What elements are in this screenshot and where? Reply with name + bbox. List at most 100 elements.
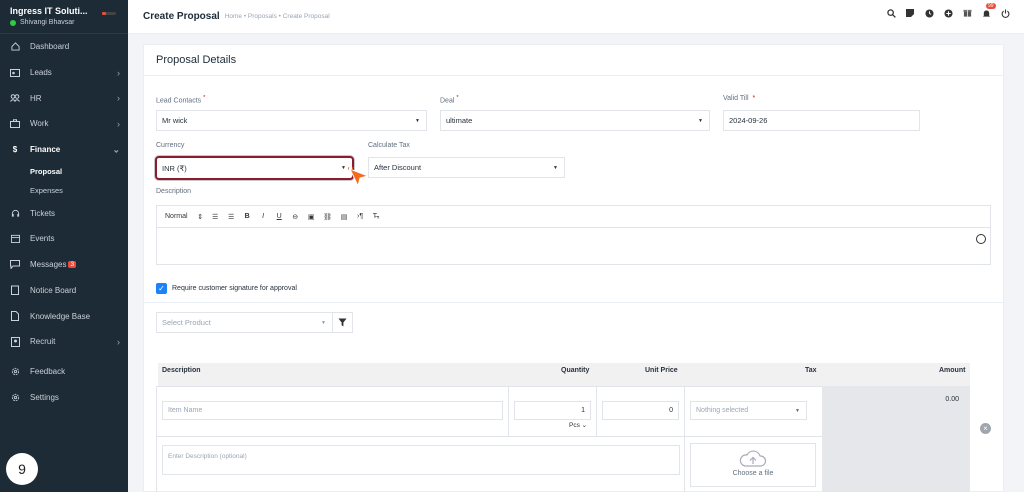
chevron-right-icon: › <box>117 67 120 78</box>
sidebar-item-leads[interactable]: Leads › <box>0 60 128 86</box>
sidebar-item-finance[interactable]: $ Finance ⌄ <box>0 137 128 163</box>
clock-icon[interactable] <box>924 8 934 18</box>
item-name-input[interactable]: Item Name <box>162 401 503 420</box>
caret-down-icon: ▼ <box>415 117 420 124</box>
deal-select[interactable]: ultimate ▼ <box>440 110 710 131</box>
col-line <box>508 386 509 436</box>
filter-button[interactable] <box>332 312 353 333</box>
bell-icon[interactable]: 99 <box>981 3 996 18</box>
online-status-icon <box>10 19 16 26</box>
sidebar-item-notice-board[interactable]: Notice Board <box>0 278 128 304</box>
step-indicator: 9 <box>6 453 38 485</box>
col-line <box>156 386 157 492</box>
column-amount: Amount <box>939 367 966 374</box>
video-icon[interactable]: ▤ <box>340 212 348 222</box>
dollar-icon: $ <box>12 145 18 155</box>
sidebar-item-dashboard[interactable]: Dashboard <box>0 34 128 60</box>
brand-toggle[interactable] <box>102 12 116 15</box>
sidebar-item-label: Events <box>30 234 55 244</box>
sidebar-item-recruit[interactable]: Recruit › <box>0 329 128 355</box>
sidebar-item-feedback[interactable]: Feedback <box>0 359 128 385</box>
bold-icon[interactable]: B <box>243 212 251 222</box>
amount-value: 0.00 <box>945 396 959 403</box>
signature-label: Require customer signature for approval <box>172 285 297 292</box>
sidebar-subitem-proposal[interactable]: Proposal <box>0 162 128 181</box>
sticky-note-icon[interactable] <box>905 8 915 18</box>
clear-format-icon[interactable]: T̶ₓ <box>372 212 380 222</box>
sidebar-item-work[interactable]: Work › <box>0 111 128 137</box>
select-product-placeholder: Select Product <box>162 318 211 327</box>
editor-toolbar: Normal ⇕ ☰ ☰ B I U ⊖ ▣ ⛓ ▤ ›¶ T̶ₓ <box>157 206 990 228</box>
sidebar-item-events[interactable]: Events <box>0 226 128 252</box>
plus-circle-icon[interactable] <box>943 8 953 18</box>
tax-select[interactable]: Nothing selected ▼ <box>690 401 807 420</box>
briefcase-icon <box>10 119 20 129</box>
gift-icon[interactable] <box>962 8 972 18</box>
unit-select[interactable]: Pcs ⌄ <box>569 421 587 429</box>
breadcrumb: Home • Proposals • Create Proposal <box>224 13 330 20</box>
lead-contacts-select[interactable]: Mr wick ▼ <box>156 110 427 131</box>
sidebar-item-label: Feedback <box>30 366 66 376</box>
sidebar-item-hr[interactable]: HR › <box>0 85 128 111</box>
lead-contacts-value: Mr wick <box>162 116 188 125</box>
user-row: Shivangi Bhavsar <box>10 19 118 26</box>
deal-value: ultimate <box>446 116 473 125</box>
caret-down-icon: ▼ <box>553 164 558 171</box>
item-description-placeholder: Enter Description (optional) <box>168 453 247 460</box>
column-unit-price: Unit Price <box>645 367 678 374</box>
person-badge-icon <box>10 336 20 347</box>
text-direction-icon[interactable]: ›¶ <box>356 212 364 222</box>
sidebar-subitem-expenses[interactable]: Expenses <box>0 181 128 200</box>
remove-row-icon[interactable]: × <box>980 423 991 434</box>
unit-price-input[interactable]: 0 <box>602 401 679 420</box>
calculate-tax-select[interactable]: After Discount ▼ <box>368 157 565 178</box>
sidebar-item-label: Work <box>30 119 49 129</box>
upload-label: Choose a file <box>732 470 774 477</box>
currency-select[interactable]: INR (₹) ▼ <box>155 156 354 180</box>
underline-icon[interactable]: U <box>275 212 283 222</box>
format-select[interactable]: Normal ⇕ <box>165 212 203 222</box>
sidebar-item-tickets[interactable]: Tickets <box>0 200 128 226</box>
signature-checkbox-row[interactable]: ✓ Require customer signature for approva… <box>156 283 297 294</box>
search-icon[interactable] <box>886 8 896 18</box>
sidebar-item-label: Messages <box>30 260 67 270</box>
valid-till-input[interactable]: 2024-09-26 <box>723 110 920 131</box>
chevron-right-icon: › <box>117 118 120 129</box>
ordered-list-icon[interactable]: ☰ <box>211 212 219 222</box>
clipboard-icon <box>10 285 20 296</box>
currency-label: Currency <box>156 142 185 149</box>
sidebar-item-label: Tickets <box>30 208 56 218</box>
col-line <box>596 386 597 436</box>
signature-checkbox[interactable]: ✓ <box>156 283 167 294</box>
sidebar-item-label: Finance <box>30 145 61 155</box>
gear-icon <box>10 392 20 402</box>
italic-icon[interactable]: I <box>259 212 267 222</box>
quantity-input[interactable]: 1 <box>514 401 591 420</box>
item-description-textarea[interactable]: Enter Description (optional) <box>162 445 680 475</box>
description-label: Description <box>156 188 192 195</box>
select-product[interactable]: Select Product ▼ <box>156 312 333 333</box>
description-editor[interactable]: Normal ⇕ ☰ ☰ B I U ⊖ ▣ ⛓ ▤ ›¶ T̶ₓ <box>156 205 991 265</box>
file-upload[interactable]: Choose a file <box>690 443 816 487</box>
bullet-list-icon[interactable]: ☰ <box>227 212 235 222</box>
sidebar-item-label: Dashboard <box>30 42 70 52</box>
power-icon[interactable] <box>1000 8 1010 18</box>
strikethrough-icon[interactable]: ⊖ <box>291 212 299 222</box>
calculate-tax-label: Calculate Tax <box>368 142 410 149</box>
notification-count-badge: 99 <box>986 3 996 9</box>
headset-icon <box>10 208 20 218</box>
column-description: Description <box>162 367 201 374</box>
sidebar-item-settings[interactable]: Settings <box>0 384 128 410</box>
cloud-upload-icon <box>739 450 767 467</box>
chat-icon <box>10 260 20 270</box>
brand-block[interactable]: Ingress IT Soluti... Shivangi Bhavsar <box>0 0 128 34</box>
sidebar-item-messages[interactable]: Messages 3 <box>0 252 128 278</box>
emoji-icon[interactable] <box>976 234 986 244</box>
caret-down-icon: ▼ <box>341 165 346 171</box>
image-icon[interactable]: ▣ <box>307 212 315 222</box>
link-icon[interactable]: ⛓ <box>323 212 332 222</box>
column-tax: Tax <box>805 367 817 374</box>
valid-till-label: Valid Till * <box>723 95 756 102</box>
sidebar-item-knowledge-base[interactable]: Knowledge Base <box>0 303 128 329</box>
chevron-down-icon: ⌄ <box>112 144 120 155</box>
